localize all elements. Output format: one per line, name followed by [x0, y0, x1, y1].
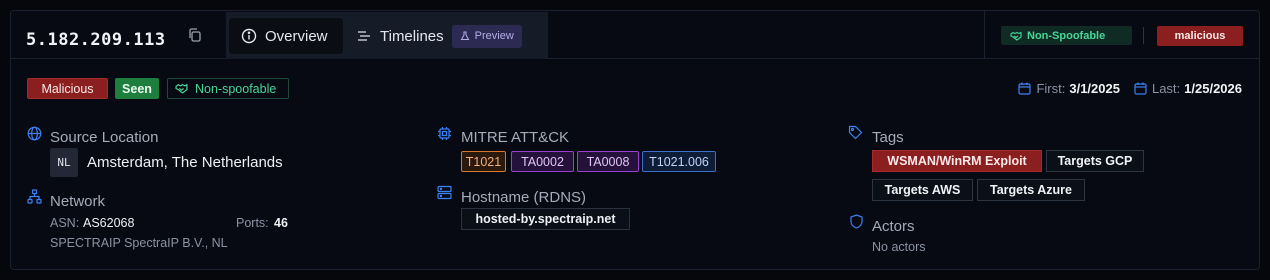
- header-separator: [1143, 27, 1144, 44]
- location-text: Amsterdam, The Netherlands: [87, 154, 283, 171]
- network-title: Network: [50, 193, 106, 210]
- date-range: First: 3/1/2025 Last: 1/25/2026: [1018, 81, 1242, 96]
- preview-badge-label: Preview: [474, 30, 514, 42]
- last-seen-value: 1/25/2026: [1184, 81, 1242, 96]
- tag-chip[interactable]: WSMAN/WinRM Exploit: [872, 150, 1042, 172]
- copy-icon[interactable]: [188, 28, 202, 42]
- tag-icon: [848, 125, 863, 140]
- tab-bar: Overview Timelines Preview: [226, 12, 548, 59]
- handshake-icon: [1010, 31, 1022, 41]
- list-icon: [358, 31, 370, 41]
- malicious-badge: Malicious: [27, 78, 108, 99]
- flask-icon: [460, 31, 469, 40]
- network-org: SPECTRAIP SpectraIP B.V., NL: [50, 236, 228, 250]
- tag-chip[interactable]: Targets AWS: [872, 179, 973, 201]
- handshake-icon: [175, 83, 188, 94]
- header-bar: 5.182.209.113 Overview Timelines Preview…: [11, 11, 1259, 59]
- calendar-icon: [1134, 82, 1147, 95]
- hostname-title: Hostname (RDNS): [461, 189, 587, 206]
- shield-icon: [850, 214, 863, 229]
- server-icon: [437, 185, 452, 200]
- hostname-value[interactable]: hosted-by.spectraip.net: [461, 208, 630, 230]
- country-code-chip: NL: [50, 148, 78, 177]
- network-icon: [27, 189, 42, 204]
- ip-address: 5.182.209.113: [26, 30, 166, 50]
- calendar-icon: [1018, 82, 1032, 95]
- mitre-technique-chip[interactable]: TA0008: [577, 151, 639, 172]
- first-seen-value: 3/1/2025: [1069, 81, 1120, 96]
- first-seen-label: First:: [1036, 81, 1066, 96]
- globe-icon: [27, 126, 42, 141]
- mitre-technique-chip[interactable]: T1021: [461, 151, 506, 172]
- non-spoofable-badge: Non-spoofable: [167, 78, 289, 99]
- asn-label: ASN:: [50, 216, 80, 230]
- header-non-spoofable-badge: Non-Spoofable: [1001, 26, 1132, 45]
- info-circle-icon: [241, 28, 257, 44]
- header-non-spoofable-label: Non-Spoofable: [1027, 29, 1106, 42]
- header-malicious-badge: malicious: [1157, 26, 1243, 46]
- mitre-technique-chip[interactable]: T1021.006: [642, 151, 716, 172]
- tag-chip[interactable]: Targets GCP: [1046, 150, 1144, 172]
- tags-title: Tags: [872, 129, 904, 146]
- seen-badge: Seen: [115, 78, 159, 99]
- tag-chip[interactable]: Targets Azure: [977, 179, 1085, 201]
- no-actors-text: No actors: [872, 240, 926, 254]
- ports-value: 46: [274, 216, 288, 230]
- mitre-technique-chip[interactable]: TA0002: [511, 151, 574, 172]
- actors-title: Actors: [872, 218, 915, 235]
- tab-timelines[interactable]: Timelines Preview: [346, 18, 546, 54]
- tab-timelines-label: Timelines: [380, 27, 444, 45]
- header-divider: [984, 11, 985, 59]
- tab-overview-label: Overview: [265, 27, 328, 45]
- chip-icon: [438, 127, 451, 140]
- mitre-title: MITRE ATT&CK: [461, 129, 570, 146]
- asn-value: AS62068: [83, 216, 135, 230]
- preview-badge: Preview: [451, 24, 522, 48]
- non-spoofable-label: Non-spoofable: [195, 81, 277, 96]
- tab-overview[interactable]: Overview: [229, 18, 343, 54]
- ports-label: Ports:: [236, 216, 269, 230]
- last-seen-label: Last:: [1151, 81, 1181, 96]
- source-location-title: Source Location: [50, 129, 159, 146]
- ip-detail-card: 5.182.209.113 Overview Timelines Preview…: [10, 10, 1260, 270]
